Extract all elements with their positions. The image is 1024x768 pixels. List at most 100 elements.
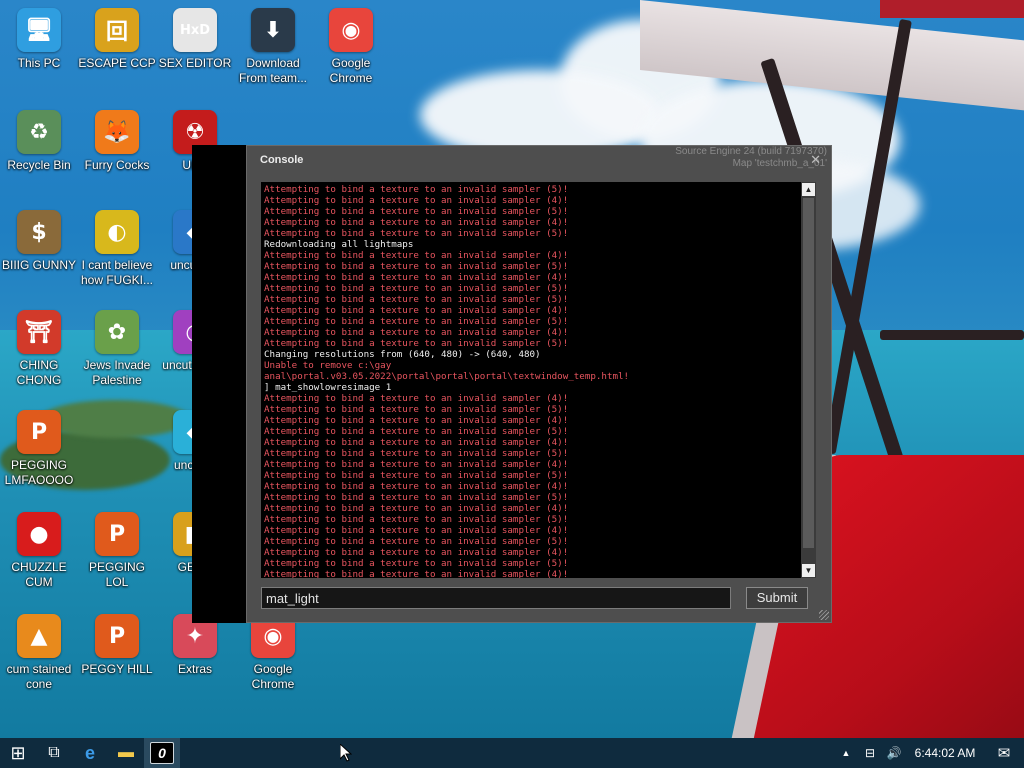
scroll-up-icon[interactable]: ▲ bbox=[802, 183, 815, 196]
desktop-icon-label: Jews Invade Palestine bbox=[83, 358, 151, 387]
console-title: Console bbox=[260, 154, 304, 166]
p-logo-icon: P bbox=[95, 512, 139, 556]
desktop-icon[interactable]: ◉ Google Chrome bbox=[234, 614, 312, 692]
desktop-icon-label: Download From team... bbox=[238, 56, 307, 85]
console-build-info: Source Engine 24 (build 7197370) Map 'te… bbox=[675, 146, 827, 170]
submit-button[interactable]: Submit bbox=[746, 587, 808, 609]
volume-icon[interactable]: 🔊 bbox=[882, 746, 906, 760]
desktop-icon-label: BIIIG GUNNY bbox=[1, 258, 76, 272]
desktop-icon-label: SEX EDITOR bbox=[158, 56, 232, 70]
start-button[interactable]: ⊞ bbox=[0, 738, 36, 768]
portal-app-icon: 0 bbox=[150, 742, 174, 764]
desktop-icon[interactable]: 🦊 Furry Cocks bbox=[78, 110, 156, 173]
hex-editor-icon: HxD bbox=[173, 8, 217, 52]
console-log-line: Attempting to bind a texture to an inval… bbox=[264, 415, 569, 426]
console-log-line: Attempting to bind a texture to an inval… bbox=[264, 316, 569, 327]
desktop-icon[interactable]: ✿ Jews Invade Palestine bbox=[78, 310, 156, 388]
console-scrollbar[interactable]: ▲ ▼ bbox=[801, 182, 816, 578]
desktop-icon[interactable]: ◐ I cant believe how FUGKI... bbox=[78, 210, 156, 288]
windows-logo-icon: ⊞ bbox=[10, 742, 26, 763]
notification-icon[interactable]: ✉ bbox=[984, 744, 1024, 762]
desktop-icon[interactable]: P PEGGY HILL bbox=[78, 614, 156, 677]
console-log-line: Attempting to bind a texture to an inval… bbox=[264, 250, 569, 261]
console-log-line: Attempting to bind a texture to an inval… bbox=[264, 514, 569, 525]
desktop-icon[interactable]: ♻ Recycle Bin bbox=[0, 110, 78, 173]
desktop-icon-label: Google Chrome bbox=[251, 662, 295, 691]
console-log-line: Attempting to bind a texture to an inval… bbox=[264, 492, 569, 503]
desktop-icon-label: PEGGY HILL bbox=[81, 662, 153, 676]
console-log-line: Attempting to bind a texture to an inval… bbox=[264, 261, 569, 272]
desktop-icon[interactable]: ● CHUZZLE CUM bbox=[0, 512, 78, 590]
desktop-icon-label: cum stained cone bbox=[6, 662, 72, 691]
console-log-line: Attempting to bind a texture to an inval… bbox=[264, 525, 569, 536]
console-window: Console Source Engine 24 (build 7197370)… bbox=[246, 145, 832, 623]
console-log-line: Attempting to bind a texture to an inval… bbox=[264, 558, 569, 569]
console-log-line: Attempting to bind a texture to an inval… bbox=[264, 437, 569, 448]
console-log-line: ] mat_showlowresimage 1 bbox=[264, 382, 392, 393]
game-window-backdrop bbox=[192, 145, 246, 623]
desktop-icon[interactable]: ✦ Extras bbox=[156, 614, 234, 677]
download-icon: ⬇ bbox=[251, 8, 295, 52]
console-log-line: Attempting to bind a texture to an inval… bbox=[264, 327, 569, 338]
network-icon[interactable]: ⊟ bbox=[858, 746, 882, 760]
taskbar-file-explorer[interactable]: ▬ bbox=[108, 738, 144, 768]
app-icon: ◐ bbox=[95, 210, 139, 254]
console-log-line: Attempting to bind a texture to an inval… bbox=[264, 184, 569, 195]
console-log-line: Attempting to bind a texture to an inval… bbox=[264, 503, 569, 514]
desktop-icon[interactable]: ⬇ Download From team... bbox=[234, 8, 312, 86]
plane-upper-wing-stripe bbox=[880, 0, 1024, 18]
desktop-icon-label: Google Chrome bbox=[329, 56, 373, 85]
desktop-icon[interactable]: P PEGGING LMFAOOOO bbox=[0, 410, 78, 488]
console-log-line: Redownloading all lightmaps bbox=[264, 239, 414, 250]
desktop-icon[interactable]: P PEGGING LOL bbox=[78, 512, 156, 590]
desktop-icon[interactable]: 🖥 This PC bbox=[0, 8, 78, 71]
desktop-icon[interactable]: HxD SEX EDITOR bbox=[156, 8, 234, 71]
desktop-icon-label: ESCAPE CCP bbox=[78, 56, 156, 70]
scroll-down-icon[interactable]: ▼ bbox=[802, 564, 815, 577]
console-log-line: Attempting to bind a texture to an inval… bbox=[264, 404, 569, 415]
close-icon[interactable]: ✕ bbox=[810, 152, 821, 168]
console-log-line: Attempting to bind a texture to an inval… bbox=[264, 536, 569, 547]
console-command-input[interactable] bbox=[261, 587, 731, 609]
taskbar-console-app[interactable]: 0 bbox=[144, 738, 180, 768]
console-log-line: Attempting to bind a texture to an inval… bbox=[264, 305, 569, 316]
chrome-icon: ◉ bbox=[329, 8, 373, 52]
scrollbar-thumb[interactable] bbox=[803, 198, 814, 548]
folder-icon: ▬ bbox=[118, 744, 134, 761]
cone-icon: ▲ bbox=[17, 614, 61, 658]
desktop-icon-label: PEGGING LOL bbox=[88, 560, 145, 589]
console-log-line: Attempting to bind a texture to an inval… bbox=[264, 470, 569, 481]
taskbar: ⊞ ⧉ e ▬ 0 ▲ ⊟ 🔊 6:44:02 AM ✉ bbox=[0, 738, 1024, 768]
desktop-icon[interactable]: ▲ cum stained cone bbox=[0, 614, 78, 692]
console-log-line: Attempting to bind a texture to an inval… bbox=[264, 426, 569, 437]
console-log-line: Attempting to bind a texture to an inval… bbox=[264, 206, 569, 217]
desktop-icon[interactable]: ◉ Google Chrome bbox=[312, 8, 390, 86]
console-log-line: Attempting to bind a texture to an inval… bbox=[264, 283, 569, 294]
desktop-icon-label: CHUZZLE CUM bbox=[11, 560, 67, 589]
console-log-line: Attempting to bind a texture to an inval… bbox=[264, 481, 569, 492]
console-log-line: Unable to remove c:\gay bbox=[264, 360, 392, 371]
map-label: Map 'testchmb_a_01' bbox=[732, 158, 827, 169]
console-log-line: Attempting to bind a texture to an inval… bbox=[264, 272, 569, 283]
flower-icon: ✿ bbox=[95, 310, 139, 354]
resize-grip-icon[interactable] bbox=[819, 610, 829, 620]
p-logo-icon: P bbox=[17, 410, 61, 454]
desktop-icon[interactable]: $ BIIIG GUNNY bbox=[0, 210, 78, 273]
console-log-line: Attempting to bind a texture to an inval… bbox=[264, 459, 569, 470]
console-log-line: Attempting to bind a texture to an inval… bbox=[264, 393, 569, 404]
taskbar-edge[interactable]: e bbox=[72, 738, 108, 768]
console-log-line: Attempting to bind a texture to an inval… bbox=[264, 547, 569, 558]
desktop-icon-label: CHING CHONG bbox=[16, 358, 62, 387]
desktop-icon-label: This PC bbox=[17, 56, 61, 70]
taskbar-clock[interactable]: 6:44:02 AM bbox=[906, 746, 984, 760]
console-log-line: Attempting to bind a texture to an inval… bbox=[264, 338, 569, 349]
desktop-icon[interactable]: 回 ESCAPE CCP bbox=[78, 8, 156, 71]
desktop-icon[interactable]: ⛩ CHING CHONG bbox=[0, 310, 78, 388]
console-log[interactable]: Attempting to bind a texture to an inval… bbox=[261, 182, 801, 578]
engine-build-label: Source Engine 24 (build 7197370) bbox=[675, 146, 827, 157]
torii-icon: ⛩ bbox=[17, 310, 61, 354]
console-log-line: Attempting to bind a texture to an inval… bbox=[264, 448, 569, 459]
tray-chevron-icon[interactable]: ▲ bbox=[834, 748, 858, 758]
task-view-button[interactable]: ⧉ bbox=[36, 738, 72, 768]
console-log-line: anal\portal.v03.05.2022\portal\portal\po… bbox=[264, 371, 630, 382]
